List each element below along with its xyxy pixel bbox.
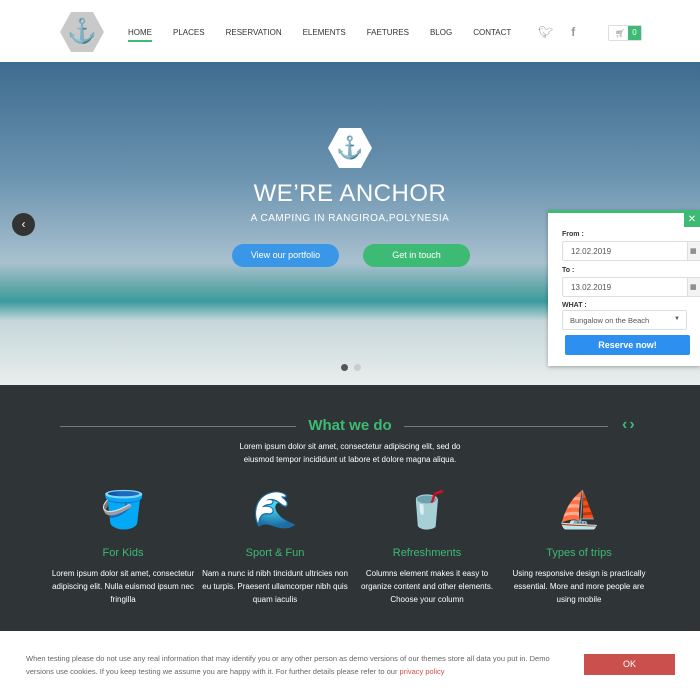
reserve-button[interactable]: Reserve now! [565,335,690,355]
from-value: 12.02.2019 [571,247,612,256]
slide-dot[interactable] [354,364,361,371]
portfolio-button[interactable]: View our portfolio [232,244,339,267]
get-in-touch-button[interactable]: Get in touch [363,244,470,267]
caret-down-icon: ▼ [674,316,680,322]
feature-sport: 🌊 Sport & Fun Nam a nunc id nibh tincidu… [200,485,350,606]
nav-blog[interactable]: BLOG [430,28,452,42]
bucket-icon: 🪣 [100,489,146,530]
section-description: Lorem ipsum dolor sit amet, consectetur … [239,442,461,464]
nav-features[interactable]: FAETURES [367,28,409,42]
chevron-left-icon[interactable]: ‹ [12,213,35,236]
nav-home[interactable]: HOME [128,28,152,42]
what-select[interactable]: Bungalow on the Beach ▼ [562,310,687,330]
to-date-input[interactable]: 13.02.2019 ▦ [562,277,700,297]
drink-icon: 🥤 [404,489,450,530]
feature-title: Types of trips [546,547,612,559]
feature-title: Sport & Fun [245,547,305,559]
nav-contact[interactable]: CONTACT [473,28,511,42]
calendar-icon[interactable]: ▦ [687,278,700,296]
slide-dot[interactable] [341,364,348,371]
nav-places[interactable]: PLACES [173,28,205,42]
jetski-icon: 🌊 [252,489,298,530]
cart-button[interactable]: 🛒︎ 0 [608,25,642,41]
cookie-text: When testing please do not use any real … [26,653,556,678]
nav-elements[interactable]: ELEMENTS [303,28,346,42]
from-label: From : [562,231,584,238]
from-date-input[interactable]: 12.02.2019 ▦ [562,241,700,261]
feature-text: Lorem ipsum dolor sit amet, consectetur … [51,569,195,604]
feature-text: Columns element makes it easy to organiz… [360,569,494,604]
feature-for-kids: 🪣 For Kids Lorem ipsum dolor sit amet, c… [48,485,198,606]
calendar-icon[interactable]: ▦ [687,242,700,260]
feature-text: Using responsive design is practically e… [512,569,646,604]
cart-count: 0 [628,26,641,40]
to-label: To : [562,267,575,274]
code-arrows-icon[interactable]: ‹› [622,416,637,434]
logo[interactable]: ⚓ [60,12,104,52]
feature-title: For Kids [102,547,144,559]
cookie-banner: When testing please do not use any real … [0,631,700,700]
nav-reservation[interactable]: RESERVATION [226,28,282,42]
facebook-icon[interactable]: f [571,25,575,39]
cookie-message: When testing please do not use any real … [26,654,550,676]
sailboat-icon: ⛵ [556,489,602,530]
header: ⚓ HOME PLACES RESERVATION ELEMENTS FAETU… [0,0,700,64]
close-icon[interactable]: ✕ [684,213,700,227]
hero-title: WE’RE ANCHOR [253,180,447,207]
cookie-ok-button[interactable]: OK [584,654,675,675]
what-we-do-section: What we do ‹› Lorem ipsum dolor sit amet… [0,385,700,631]
what-value: Bungalow on the Beach [570,316,650,325]
cart-icon: 🛒︎ [615,29,626,38]
section-title: What we do [308,417,392,434]
feature-title: Refreshments [392,547,462,559]
privacy-policy-link[interactable]: privacy policy [400,667,445,676]
slider-dots [341,364,361,371]
feature-refreshments: 🥤 Refreshments Columns element makes it … [352,485,502,606]
social-links: 🐦︎ f [538,25,575,39]
twitter-icon[interactable]: 🐦︎ [538,25,553,39]
main-nav: HOME PLACES RESERVATION ELEMENTS FAETURE… [128,28,511,42]
anchor-icon: ⚓ [328,128,372,168]
feature-trips: ⛵ Types of trips Using responsive design… [504,485,654,606]
reservation-widget: ✕ From : 12.02.2019 ▦ To : 13.02.2019 ▦ WH… [548,210,700,366]
what-label: WHAT : [562,302,587,309]
to-value: 13.02.2019 [571,283,612,292]
feature-text: Nam a nunc id nibh tincidunt ultricies n… [202,569,348,604]
